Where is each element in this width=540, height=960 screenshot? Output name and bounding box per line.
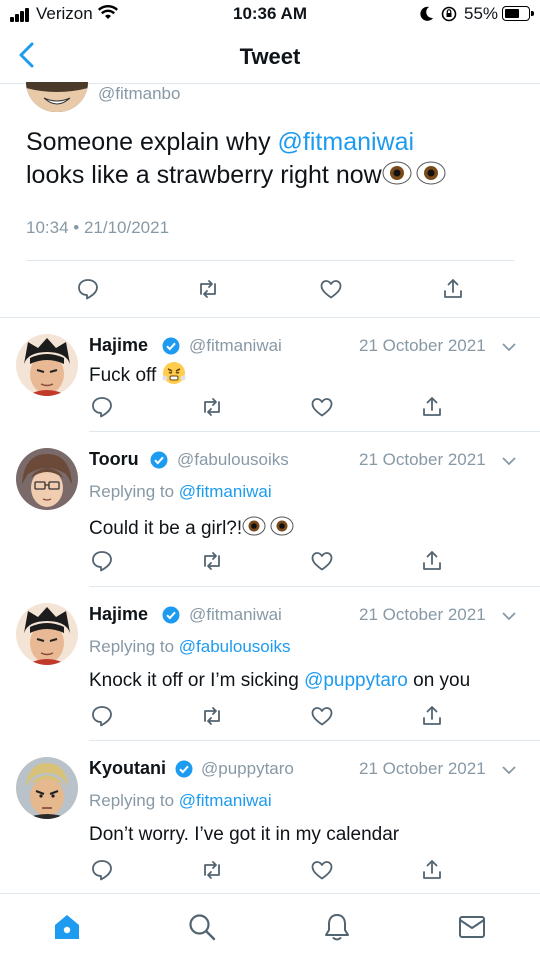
chevron-down-icon[interactable] [500,338,518,356]
reply-tweet[interactable]: Kyoutani @puppytaro 21 October 2021 Repl… [0,741,540,893]
reply-icon[interactable] [90,395,114,419]
reply-text-content: Fuck off [89,365,157,386]
share-icon[interactable] [420,704,444,728]
avatar[interactable] [26,82,88,112]
reply-text: Could it be a girl?! [89,515,296,543]
reply-icon[interactable] [90,549,114,573]
share-icon[interactable] [420,395,444,419]
verified-badge-icon [150,451,168,469]
steam-face-emoji [162,362,186,384]
tweet-timestamp: 10:34 • 21/10/2021 [26,218,170,237]
reply-tweet[interactable]: Tooru @fabulousoiks 21 October 2021 Repl… [0,432,540,586]
reply-text-content: Knock it off or I’m sicking [89,670,305,691]
mention-link[interactable]: @fitmaniwai [179,482,272,501]
mention-link[interactable]: @puppytaro [304,670,408,691]
reply-text-content: Could it be a girl?! [89,518,243,539]
like-icon[interactable] [310,395,334,419]
reply-text: Fuck off [89,361,186,387]
reply-tweet[interactable]: Hajime @fitmaniwai 21 October 2021 Fuck … [0,318,540,431]
eyes-emoji [382,160,448,195]
reply-date: 21 October 2021 [359,759,486,778]
like-icon[interactable] [310,549,334,573]
retweet-icon[interactable] [196,277,220,301]
verified-badge-icon [162,337,180,355]
retweet-icon[interactable] [200,549,224,573]
reply-text: Knock it off or I’m sicking @puppytaro o… [89,670,470,692]
nav-bar: Tweet [0,32,540,84]
like-icon[interactable] [319,277,343,301]
status-bar: Verizon 10:36 AM 55% [0,0,540,30]
reply-icon[interactable] [76,277,100,301]
verified-badge-icon [162,606,180,624]
reply-author-name[interactable]: Hajime [89,335,148,356]
like-icon[interactable] [310,704,334,728]
battery-percent: 55% [464,4,499,23]
reply-date: 21 October 2021 [359,605,486,624]
orientation-lock-icon [441,6,457,22]
reply-handle[interactable]: @puppytaro [201,759,294,779]
status-time: 10:36 AM [232,4,307,23]
reply-handle[interactable]: @fitmaniwai [189,605,282,625]
chevron-down-icon[interactable] [500,761,518,779]
share-icon[interactable] [441,277,465,301]
avatar[interactable] [16,757,78,819]
reply-author-name[interactable]: Hajime [89,604,148,625]
reply-author-name[interactable]: Kyoutani [89,758,166,779]
chevron-down-icon[interactable] [500,452,518,470]
avatar[interactable] [16,603,78,665]
retweet-icon[interactable] [200,704,224,728]
verified-badge-icon [175,760,193,778]
reply-icon[interactable] [90,704,114,728]
home-icon[interactable] [52,912,82,942]
messages-icon[interactable] [457,912,487,942]
replying-to-label: Replying to [89,637,179,656]
reply-date: 21 October 2021 [359,450,486,469]
chevron-down-icon[interactable] [500,607,518,625]
notifications-icon[interactable] [322,912,352,942]
avatar[interactable] [16,448,78,510]
divider [26,260,514,261]
replying-to-line: Replying to @fitmaniwai [89,791,272,811]
mention-link[interactable]: @fitmaniwai [179,791,272,810]
tweet-text-part: looks like a strawberry right now [26,161,382,189]
reply-handle[interactable]: @fabulousoiks [177,450,289,470]
tweet-handle[interactable]: @fitmanbo [98,84,180,104]
mention-link[interactable]: @fitmaniwai [278,128,415,156]
retweet-icon[interactable] [200,858,224,882]
reply-date: 21 October 2021 [359,336,486,355]
tweet-text-part: Someone explain why [26,128,278,156]
replying-to-label: Replying to [89,791,179,810]
replying-to-line: Replying to @fitmaniwai [89,482,272,502]
reply-text-content: Don’t worry. I’ve got it in my calendar [89,824,400,845]
retweet-icon[interactable] [200,395,224,419]
moon-icon [420,6,433,21]
replying-to-line: Replying to @fabulousoiks [89,637,291,657]
reply-icon[interactable] [90,858,114,882]
reply-author-name[interactable]: Tooru [89,449,139,470]
reply-text: Don’t worry. I’ve got it in my calendar [89,824,399,846]
replying-to-label: Replying to [89,482,179,501]
eyes-emoji [242,515,296,543]
tweet-text: Someone explain why @fitmaniwai looks li… [26,126,516,195]
reply-handle[interactable]: @fitmaniwai [189,336,282,356]
avatar[interactable] [16,334,78,396]
battery-icon [502,6,534,21]
reply-tweet[interactable]: Hajime @fitmaniwai 21 October 2021 Reply… [0,587,540,741]
share-icon[interactable] [420,858,444,882]
search-icon[interactable] [187,912,217,942]
main-tweet-actions [0,272,540,306]
reply-text-content: on you [407,670,471,691]
share-icon[interactable] [420,549,444,573]
page-title: Tweet [239,44,301,69]
mention-link[interactable]: @fabulousoiks [179,637,291,656]
tab-bar [0,893,540,960]
like-icon[interactable] [310,858,334,882]
